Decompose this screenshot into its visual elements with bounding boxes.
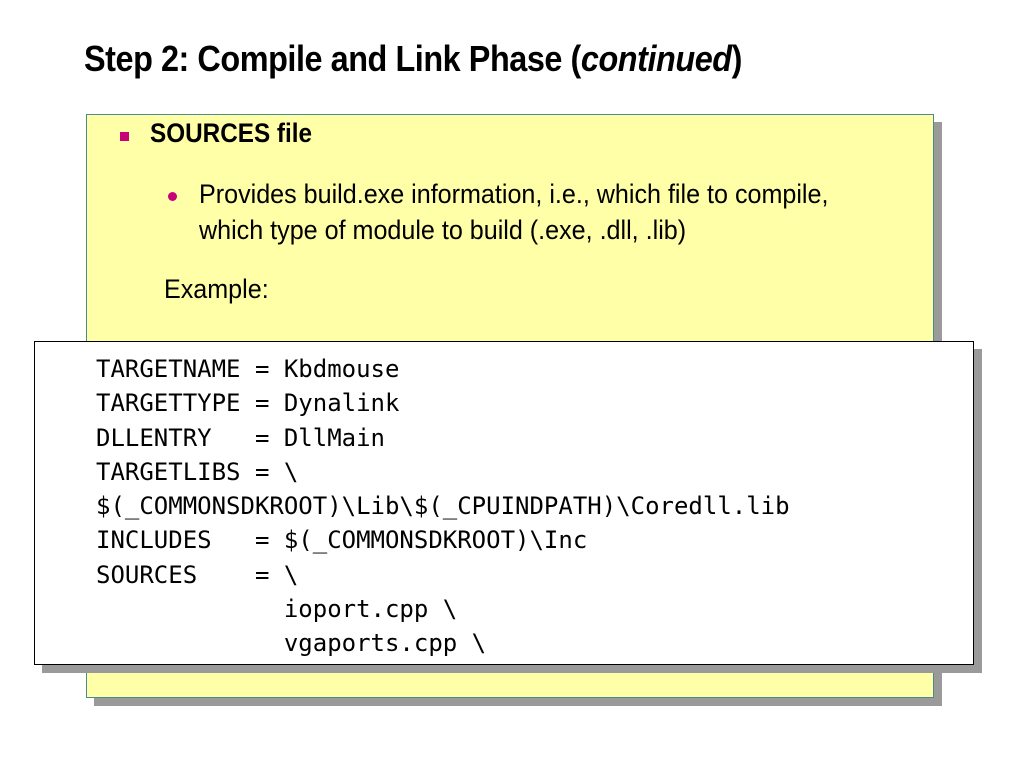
bullet-level-1-text: SOURCES file	[150, 118, 313, 148]
code-line: TARGETLIBS = \	[96, 457, 299, 486]
round-bullet-icon	[168, 192, 177, 201]
code-line: INCLUDES = $(_COMMONSDKROOT)\Inc	[96, 526, 588, 555]
code-line: vgaports.cpp \	[96, 629, 487, 658]
code-block: TARGETNAME = Kbdmouse TARGETTYPE = Dynal…	[96, 352, 790, 661]
square-bullet-icon	[120, 132, 129, 141]
bullet-level-2: Provides build.exe information, i.e., wh…	[168, 176, 928, 248]
bullet-level-2-text: Provides build.exe information, i.e., wh…	[199, 179, 829, 245]
code-line: TARGETTYPE = Dynalink	[96, 389, 400, 418]
code-line: ioport.cpp \	[96, 595, 458, 624]
title-main: Step 2: Compile and Link Phase (	[84, 38, 581, 79]
code-line: SOURCES = \	[96, 560, 299, 589]
code-line: $(_COMMONSDKROOT)\Lib\$(_CPUINDPATH)\Cor…	[96, 492, 790, 521]
title-close: )	[731, 38, 743, 79]
bullet-level-1: SOURCES file	[120, 118, 330, 149]
title-italic: continued	[580, 38, 732, 79]
code-line: TARGETNAME = Kbdmouse	[96, 355, 400, 383]
slide-title: Step 2: Compile and Link Phase (continue…	[84, 38, 742, 80]
example-label: Example:	[164, 274, 269, 304]
code-line: DLLENTRY = DllMain	[96, 423, 385, 452]
